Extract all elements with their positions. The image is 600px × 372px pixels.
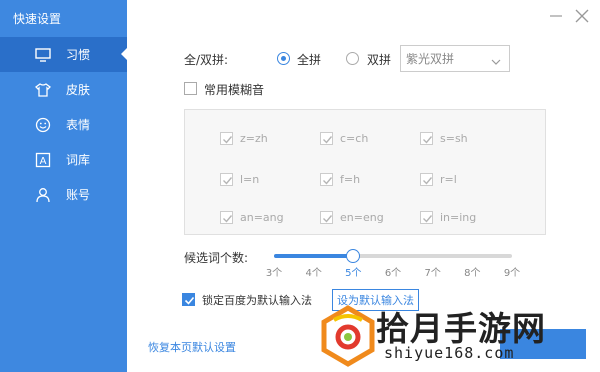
minimize-icon xyxy=(549,9,563,26)
full-pinyin-label[interactable]: 全拼 xyxy=(297,51,321,68)
double-pinyin-radio[interactable] xyxy=(346,52,359,65)
sidebar-nav: 习惯 皮肤 表情 A 词库 账号 xyxy=(0,37,127,212)
fuzzy-option: c=ch xyxy=(320,132,368,145)
fuzzy-option: z=zh xyxy=(220,132,268,145)
fuzzy-option-checkbox xyxy=(320,132,333,145)
smile-icon xyxy=(34,116,52,134)
watermark-url: shiyue168.com xyxy=(384,344,515,362)
sidebar-item-label: 习惯 xyxy=(66,48,91,62)
watermark-text: 拾月手游网 xyxy=(376,309,546,348)
fuzzy-option: en=eng xyxy=(320,211,384,224)
watermark-logo-icon xyxy=(321,305,375,367)
sidebar-item-label: 词库 xyxy=(66,153,91,167)
svg-text:A: A xyxy=(40,156,47,167)
fuzzy-option-checkbox xyxy=(220,173,233,186)
candidate-count-slider[interactable] xyxy=(274,249,512,263)
sidebar-item-label: 表情 xyxy=(66,118,91,132)
double-pinyin-scheme-value: 紫光双拼 xyxy=(406,52,455,66)
dictionary-icon: A xyxy=(34,151,52,169)
lock-default-ime-label[interactable]: 锁定百度为默认输入法 xyxy=(202,292,312,308)
close-icon xyxy=(575,9,589,26)
fuzzy-option-label: an=ang xyxy=(240,211,284,224)
fuzzy-option: r=l xyxy=(420,173,457,186)
fuzzy-option-label: en=eng xyxy=(340,211,384,224)
candidate-count-label: 候选词个数: xyxy=(184,251,249,265)
pinyin-mode-label: 全/双拼: xyxy=(184,53,229,67)
fuzzy-option-checkbox xyxy=(420,132,433,145)
full-pinyin-radio[interactable] xyxy=(277,52,290,65)
user-icon xyxy=(34,186,52,204)
fuzzy-checkbox[interactable] xyxy=(184,82,197,95)
fuzzy-option-label: r=l xyxy=(440,173,457,186)
double-pinyin-label[interactable]: 双拼 xyxy=(367,51,391,68)
slider-tick[interactable]: 7个 xyxy=(418,264,448,279)
sidebar: 快速设置 习惯 皮肤 表情 A 词库 账号 xyxy=(0,0,127,372)
slider-fill xyxy=(274,254,354,258)
sidebar-item-label: 账号 xyxy=(66,188,91,202)
fuzzy-option-label: z=zh xyxy=(240,132,268,145)
fuzzy-option-checkbox xyxy=(320,173,333,186)
fuzzy-option-label: l=n xyxy=(240,173,260,186)
fuzzy-option-label: in=ing xyxy=(440,211,477,224)
slider-tick[interactable]: 8个 xyxy=(457,264,487,279)
fuzzy-option: s=sh xyxy=(420,132,468,145)
fuzzy-option-label: c=ch xyxy=(340,132,369,145)
fuzzy-option-checkbox xyxy=(220,132,233,145)
sidebar-item-skin[interactable]: 皮肤 xyxy=(0,72,127,107)
fuzzy-option: f=h xyxy=(320,173,360,186)
sidebar-item-habit[interactable]: 习惯 xyxy=(0,37,127,72)
slider-thumb[interactable] xyxy=(346,249,361,263)
sidebar-item-emoji[interactable]: 表情 xyxy=(0,107,127,142)
shirt-icon xyxy=(34,81,52,99)
chevron-down-icon xyxy=(491,55,501,69)
minimize-button[interactable] xyxy=(548,9,564,25)
monitor-icon xyxy=(34,46,52,64)
fuzzy-option-checkbox xyxy=(420,173,433,186)
slider-tick[interactable]: 5个 xyxy=(338,264,368,279)
fuzzy-label[interactable]: 常用模糊音 xyxy=(204,81,264,98)
close-button[interactable] xyxy=(574,9,590,25)
fuzzy-option-label: s=sh xyxy=(440,132,468,145)
slider-tick[interactable]: 9个 xyxy=(497,264,527,279)
watermark: 拾月手游网 shiyue168.com xyxy=(320,300,600,372)
fuzzy-option-checkbox xyxy=(420,211,433,224)
checkmark-icon xyxy=(184,296,195,305)
fuzzy-options-panel: z=zh c=ch s=sh l=n f=h r=l an=ang en=eng… xyxy=(184,109,546,235)
fuzzy-option-label: f=h xyxy=(340,173,361,186)
lock-default-ime-checkbox[interactable] xyxy=(182,293,195,306)
sidebar-item-account[interactable]: 账号 xyxy=(0,177,127,212)
slider-tick[interactable]: 6个 xyxy=(378,264,408,279)
fuzzy-option-checkbox xyxy=(320,211,333,224)
slider-tick[interactable]: 4个 xyxy=(299,264,329,279)
restore-defaults-link[interactable]: 恢复本页默认设置 xyxy=(148,339,236,355)
fuzzy-option-checkbox xyxy=(220,211,233,224)
slider-tick[interactable]: 3个 xyxy=(259,264,289,279)
fuzzy-option: l=n xyxy=(220,173,259,186)
fuzzy-option: an=ang xyxy=(220,211,284,224)
sidebar-title: 快速设置 xyxy=(13,12,62,26)
double-pinyin-scheme-select[interactable]: 紫光双拼 xyxy=(400,45,510,72)
fuzzy-option: in=ing xyxy=(420,211,476,224)
sidebar-item-dictionary[interactable]: A 词库 xyxy=(0,142,127,177)
sidebar-item-label: 皮肤 xyxy=(66,83,91,97)
